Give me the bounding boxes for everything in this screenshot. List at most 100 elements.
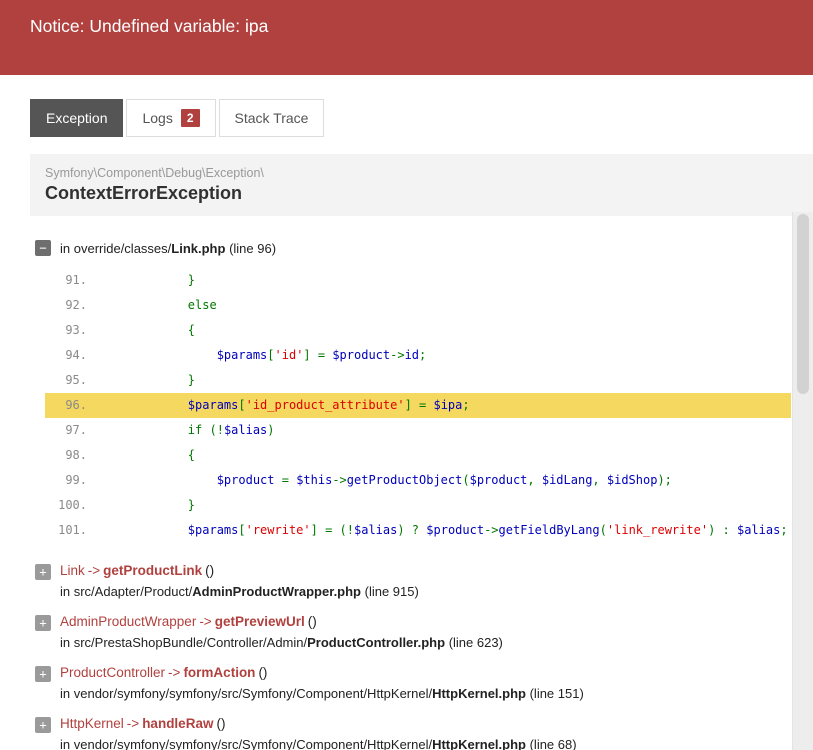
source-path: in override/classes/	[60, 240, 172, 256]
tab-stack-trace[interactable]: Stack Trace	[218, 99, 325, 137]
code-line: 101. $params['rewrite'] = (!$alias) ? $p…	[45, 518, 791, 543]
code-text: {	[130, 323, 196, 337]
code-line: 97. if (!$alias)	[45, 418, 791, 443]
code-text: if (!$alias)	[187, 423, 275, 437]
line-number: 95.	[65, 373, 87, 387]
code-text: }	[130, 498, 196, 512]
stack-frames: + Link -> getProductLink() in src/Adapter/…	[30, 563, 813, 750]
stack-frame: + AdminProductWrapper -> getPreviewUrl() i…	[35, 614, 813, 650]
frame-signature: HttpKernel -> handleRaw()	[60, 716, 577, 731]
frame-file: ProductController.php	[307, 635, 446, 650]
frame-signature: Link -> getProductLink()	[60, 563, 419, 578]
error-banner: Notice: Undefined variable: ipa	[0, 0, 813, 75]
line-number: 94.	[65, 348, 87, 362]
frame-line: (line 623)	[445, 635, 503, 650]
line-number: 92.	[65, 298, 87, 312]
line-number: 100.	[58, 498, 87, 512]
exception-namespace: Symfony\Component\Debug\Exception\	[45, 166, 264, 180]
frame-line: (line 68)	[525, 737, 577, 750]
code-text: }	[130, 373, 196, 387]
arrow-icon: ->	[199, 614, 212, 629]
exception-panel: − in override/classes/Link.php (line 96)…	[30, 216, 813, 750]
stack-frame: + HttpKernel -> handleRaw() in vendor/symf…	[35, 716, 813, 750]
line-number: 93.	[65, 323, 87, 337]
frame-method: getProductLink	[103, 563, 203, 578]
code-excerpt: 91. } 92. else 93. {94. $params['id'] = $p…	[45, 268, 791, 543]
code-text: }	[130, 273, 196, 287]
tab-logs[interactable]: Logs 2	[126, 99, 216, 137]
frame-args: ()	[205, 563, 215, 578]
code-line-highlighted: 96. $params['id_product_attribute'] = $i…	[45, 393, 791, 418]
tab-label: Logs	[142, 110, 173, 126]
trace-source-header: − in override/classes/Link.php (line 96)	[35, 240, 813, 256]
frame-path: in src/Adapter/Product/	[60, 584, 193, 599]
frame-class: HttpKernel	[60, 716, 124, 731]
scrollbar-thumb[interactable]	[797, 214, 809, 394]
tab-badge: 2	[180, 109, 200, 127]
code-text: else	[130, 298, 217, 312]
plus-icon[interactable]: +	[35, 615, 51, 631]
exception-header: Symfony\Component\Debug\Exception\ Conte…	[30, 154, 813, 216]
frame-path: in src/PrestaShopBundle/Controller/Admin…	[60, 635, 308, 650]
exception-class-name: ContextErrorException	[45, 183, 243, 203]
line-number: 97.	[65, 423, 87, 437]
frame-location: in src/Adapter/Product/AdminProductWrapp…	[60, 584, 419, 599]
code-text: {	[130, 448, 196, 462]
frame-file: HttpKernel.php	[432, 737, 526, 750]
frame-file: HttpKernel.php	[432, 686, 526, 701]
stack-frame: + ProductController -> formAction() in ven…	[35, 665, 813, 701]
code-text: $product = $this->getProductObject($prod…	[216, 473, 672, 487]
line-number: 101.	[58, 523, 87, 537]
tab-label: Stack Trace	[234, 110, 309, 126]
error-message: Notice: Undefined variable: ipa	[30, 16, 269, 36]
frame-signature: ProductController -> formAction()	[60, 665, 584, 680]
line-number: 99.	[65, 473, 87, 487]
code-line: 91. }	[45, 268, 791, 293]
minus-icon[interactable]: −	[35, 240, 51, 256]
frame-signature: AdminProductWrapper -> getPreviewUrl()	[60, 614, 503, 629]
line-number: 91.	[65, 273, 87, 287]
code-line: 93. {	[45, 318, 791, 343]
code-text: $params['id'] = $product->id;	[216, 348, 427, 362]
code-line: 94. $params['id'] = $product->id;	[45, 343, 791, 368]
frame-method: getPreviewUrl	[214, 614, 305, 629]
frame-line: (line 915)	[361, 584, 419, 599]
frame-class: ProductController	[60, 665, 166, 680]
plus-icon[interactable]: +	[35, 717, 51, 733]
scrollbar[interactable]	[792, 212, 813, 750]
frame-args: ()	[307, 614, 317, 629]
code-line: 100. }	[45, 493, 791, 518]
arrow-icon: ->	[87, 563, 101, 578]
plus-icon[interactable]: +	[35, 564, 51, 580]
frame-location: in src/PrestaShopBundle/Controller/Admin…	[60, 635, 503, 650]
code-line: 98. {	[45, 443, 791, 468]
frame-class: Link	[60, 563, 85, 578]
line-number: 98.	[65, 448, 87, 462]
code-line: 95. }	[45, 368, 791, 393]
code-text: $params['id_product_attribute'] = $ipa;	[187, 398, 470, 412]
arrow-icon: ->	[126, 716, 140, 731]
frame-method: handleRaw	[142, 716, 214, 731]
tab-label: Exception	[46, 110, 108, 126]
frame-file: AdminProductWrapper.php	[192, 584, 361, 599]
stack-frame: + Link -> getProductLink() in src/Adapter/…	[35, 563, 813, 599]
code-line: 99. $product = $this->getProductObject($…	[45, 468, 791, 493]
frame-args: ()	[216, 716, 226, 731]
frame-location: in vendor/symfony/symfony/src/Symfony/Co…	[60, 737, 577, 750]
frame-line: (line 151)	[525, 686, 584, 701]
frame-method: formAction	[183, 665, 256, 680]
arrow-icon: ->	[168, 665, 181, 680]
source-line: (line 96)	[225, 240, 277, 256]
code-text: $params['rewrite'] = (!$alias) ? $produc…	[187, 523, 788, 537]
plus-icon[interactable]: +	[35, 666, 51, 682]
source-file: Link.php	[171, 240, 226, 256]
tab-exception[interactable]: Exception	[30, 99, 124, 137]
frame-args: ()	[258, 665, 268, 680]
code-line: 92. else	[45, 293, 791, 318]
source-location: in override/classes/Link.php (line 96)	[60, 241, 276, 256]
line-number: 96.	[65, 398, 87, 412]
frame-path: in vendor/symfony/symfony/src/Symfony/Co…	[60, 686, 433, 701]
frame-path: in vendor/symfony/symfony/src/Symfony/Co…	[60, 737, 433, 750]
tab-bar: Exception Logs 2 Stack Trace	[30, 99, 813, 137]
frame-location: in vendor/symfony/symfony/src/Symfony/Co…	[60, 686, 584, 701]
